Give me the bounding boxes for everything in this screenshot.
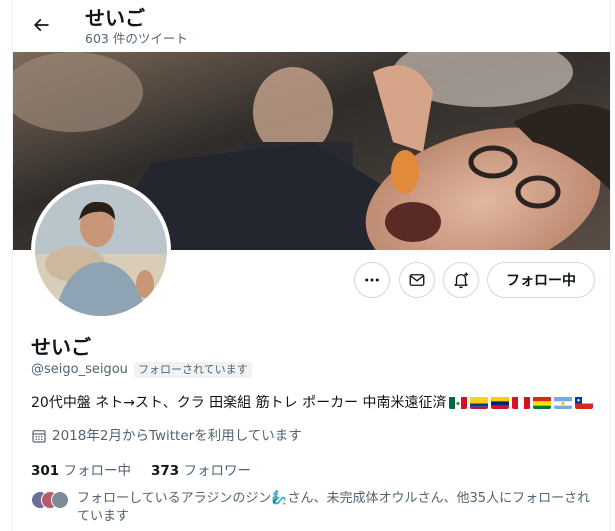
- back-arrow-icon: [33, 18, 49, 32]
- following-link[interactable]: 301 フォロー中: [31, 461, 131, 481]
- chile-flag: [574, 396, 593, 409]
- known-follower-avatars: [31, 491, 71, 509]
- profile-column: せいご 603 件のツイート フォロー中 せいご @seigo_seigou フ…: [12, 0, 611, 531]
- venezuela-flag: [490, 396, 509, 409]
- known-followers[interactable]: フォローしているアラジンのジン🧞‍♂️さん、未完成体オウルさん、他35人にフォロ…: [31, 490, 601, 526]
- following-count: 301: [31, 463, 60, 479]
- profile-avatar[interactable]: [31, 180, 171, 320]
- followers-count: 373: [150, 463, 180, 479]
- avatar-image: [35, 184, 167, 316]
- back-button[interactable]: [27, 11, 55, 39]
- notify-bell-icon: [454, 272, 469, 289]
- known-follower-avatar: [51, 491, 69, 509]
- known-followers-text: フォローしているアラジンのジン🧞‍♂️さん、未完成体オウルさん、他35人にフォロ…: [77, 491, 591, 524]
- top-bar: せいご 603 件のツイート: [13, 0, 610, 52]
- bio-text: 20代中盤 ネト→スト、クラ 田楽組 筋トレ ポーカー 中南米遠征済: [31, 395, 447, 411]
- profile-name: せいご: [31, 335, 91, 359]
- following-label: フォロー中: [63, 463, 131, 479]
- message-button[interactable]: [399, 262, 435, 298]
- message-icon: [409, 274, 425, 286]
- tweet-count: 603 件のツイート: [85, 31, 188, 46]
- colombia-flag: [469, 396, 488, 409]
- profile-handle: @seigo_seigou: [31, 362, 128, 377]
- followers-label: フォロワー: [183, 463, 251, 479]
- mexico-flag: [448, 396, 467, 409]
- follows-you-badge: フォローされています: [134, 362, 252, 378]
- more-button[interactable]: [354, 262, 390, 298]
- flag-list: [448, 396, 593, 409]
- calendar-icon: [32, 430, 46, 443]
- following-button[interactable]: フォロー中: [487, 262, 595, 298]
- bolivia-flag: [532, 396, 551, 409]
- more-icon: [365, 278, 379, 282]
- followers-link[interactable]: 373 フォロワー: [151, 461, 251, 481]
- profile-bio: 20代中盤 ネト→スト、クラ 田楽組 筋トレ ポーカー 中南米遠征済: [31, 393, 593, 413]
- joined-date: 2018年2月からTwitterを利用しています: [31, 426, 302, 446]
- peru-flag: [511, 396, 530, 409]
- argentina-flag: [553, 396, 572, 409]
- follow-stats: 301 フォロー中 373 フォロワー: [31, 461, 251, 481]
- notify-button[interactable]: [443, 262, 479, 298]
- header-name: せいご: [85, 6, 145, 30]
- joined-text: 2018年2月からTwitterを利用しています: [52, 428, 302, 444]
